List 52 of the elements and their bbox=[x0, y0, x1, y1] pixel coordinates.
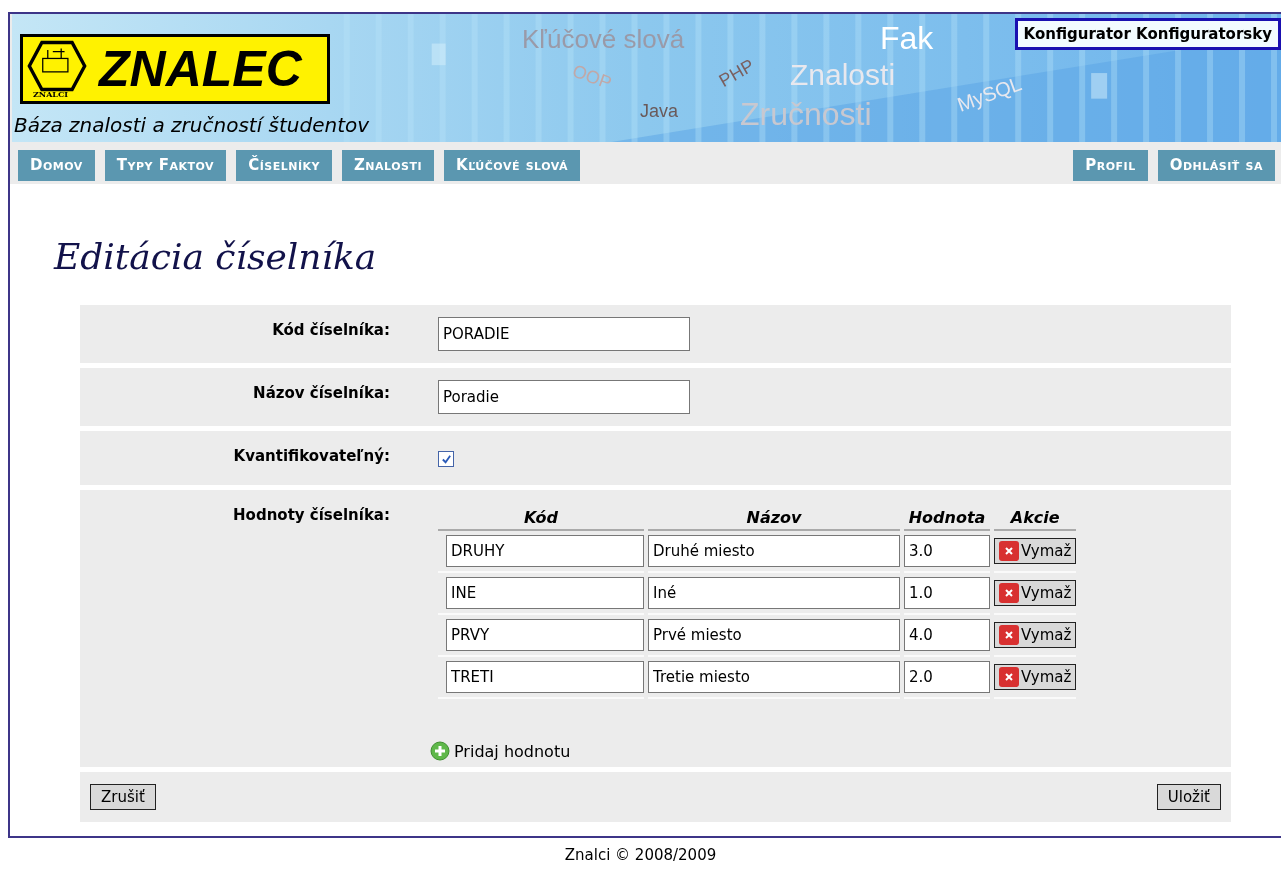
input-field[interactable]: DRUHY bbox=[446, 535, 644, 567]
input-field[interactable]: 2.0 bbox=[904, 661, 990, 693]
delete-button[interactable]: Vymaž bbox=[994, 538, 1077, 564]
input-field[interactable]: TRETI bbox=[446, 661, 644, 693]
banner-word: MySQL bbox=[954, 73, 1025, 115]
delete-button[interactable]: Vymaž bbox=[994, 580, 1077, 606]
banner-word: Zručnosti bbox=[740, 98, 872, 130]
banner-word: Znalosti bbox=[790, 60, 896, 90]
checkbox[interactable] bbox=[438, 451, 454, 467]
footer-text: Znalci © 2008/2009 bbox=[563, 845, 718, 864]
logo-caption: ZNALCI bbox=[33, 90, 69, 99]
input-field[interactable]: Iné bbox=[648, 577, 900, 609]
logo-text: ZNALEC bbox=[99, 41, 302, 97]
input-field[interactable]: 3.0 bbox=[904, 535, 990, 567]
input-field[interactable]: Prvé miesto bbox=[648, 619, 900, 651]
plus-icon bbox=[430, 741, 450, 761]
user-name: Konfigurator Konfiguratorsky bbox=[1014, 18, 1281, 50]
save-button[interactable]: Uložiť bbox=[1156, 784, 1221, 810]
field-label: Kvantifikovateľný: bbox=[232, 446, 390, 467]
close-icon bbox=[999, 625, 1019, 645]
logo[interactable]: ZNALCI ZNALEC bbox=[20, 34, 330, 104]
input-field[interactable]: INE bbox=[446, 577, 644, 609]
delete-button[interactable]: Vymaž bbox=[994, 664, 1077, 690]
field-label: Kód číselníka: bbox=[271, 320, 390, 341]
input-field[interactable]: 4.0 bbox=[904, 619, 990, 651]
input-field[interactable]: Druhé miesto bbox=[648, 535, 900, 567]
checkmark-icon bbox=[440, 453, 452, 465]
cancel-button[interactable]: Zrušiť bbox=[90, 784, 156, 810]
close-icon bbox=[999, 667, 1019, 687]
close-icon bbox=[999, 583, 1019, 603]
column-header: Akcie bbox=[994, 506, 1077, 531]
input-field[interactable]: PORADIE bbox=[438, 317, 690, 351]
banner-word: PHP bbox=[716, 55, 758, 91]
input-field[interactable]: PRVY bbox=[446, 619, 644, 651]
column-header: Názov bbox=[648, 506, 900, 531]
field-label: Hodnoty číselníka: bbox=[232, 505, 390, 526]
banner-word: Java bbox=[640, 102, 679, 120]
delete-button[interactable]: Vymaž bbox=[994, 622, 1077, 648]
add-value-link[interactable]: Pridaj hodnotu bbox=[430, 741, 571, 761]
tagline: Báza znalosti a zručností študentov bbox=[14, 112, 370, 138]
input-field[interactable]: Poradie bbox=[438, 380, 690, 414]
hexagon-emblem-icon bbox=[26, 40, 88, 92]
column-header: Kód bbox=[438, 506, 644, 531]
page-title: Editácia číselníka bbox=[54, 236, 378, 277]
column-header: Hodnota bbox=[904, 506, 990, 531]
input-field[interactable]: 1.0 bbox=[904, 577, 990, 609]
close-icon bbox=[999, 541, 1019, 561]
input-field[interactable]: Tretie miesto bbox=[648, 661, 900, 693]
field-label: Názov číselníka: bbox=[252, 383, 390, 404]
banner-word: Kľúčové slová bbox=[522, 26, 685, 52]
banner-word: Fak bbox=[880, 22, 934, 54]
banner-word: OOP bbox=[570, 61, 614, 93]
